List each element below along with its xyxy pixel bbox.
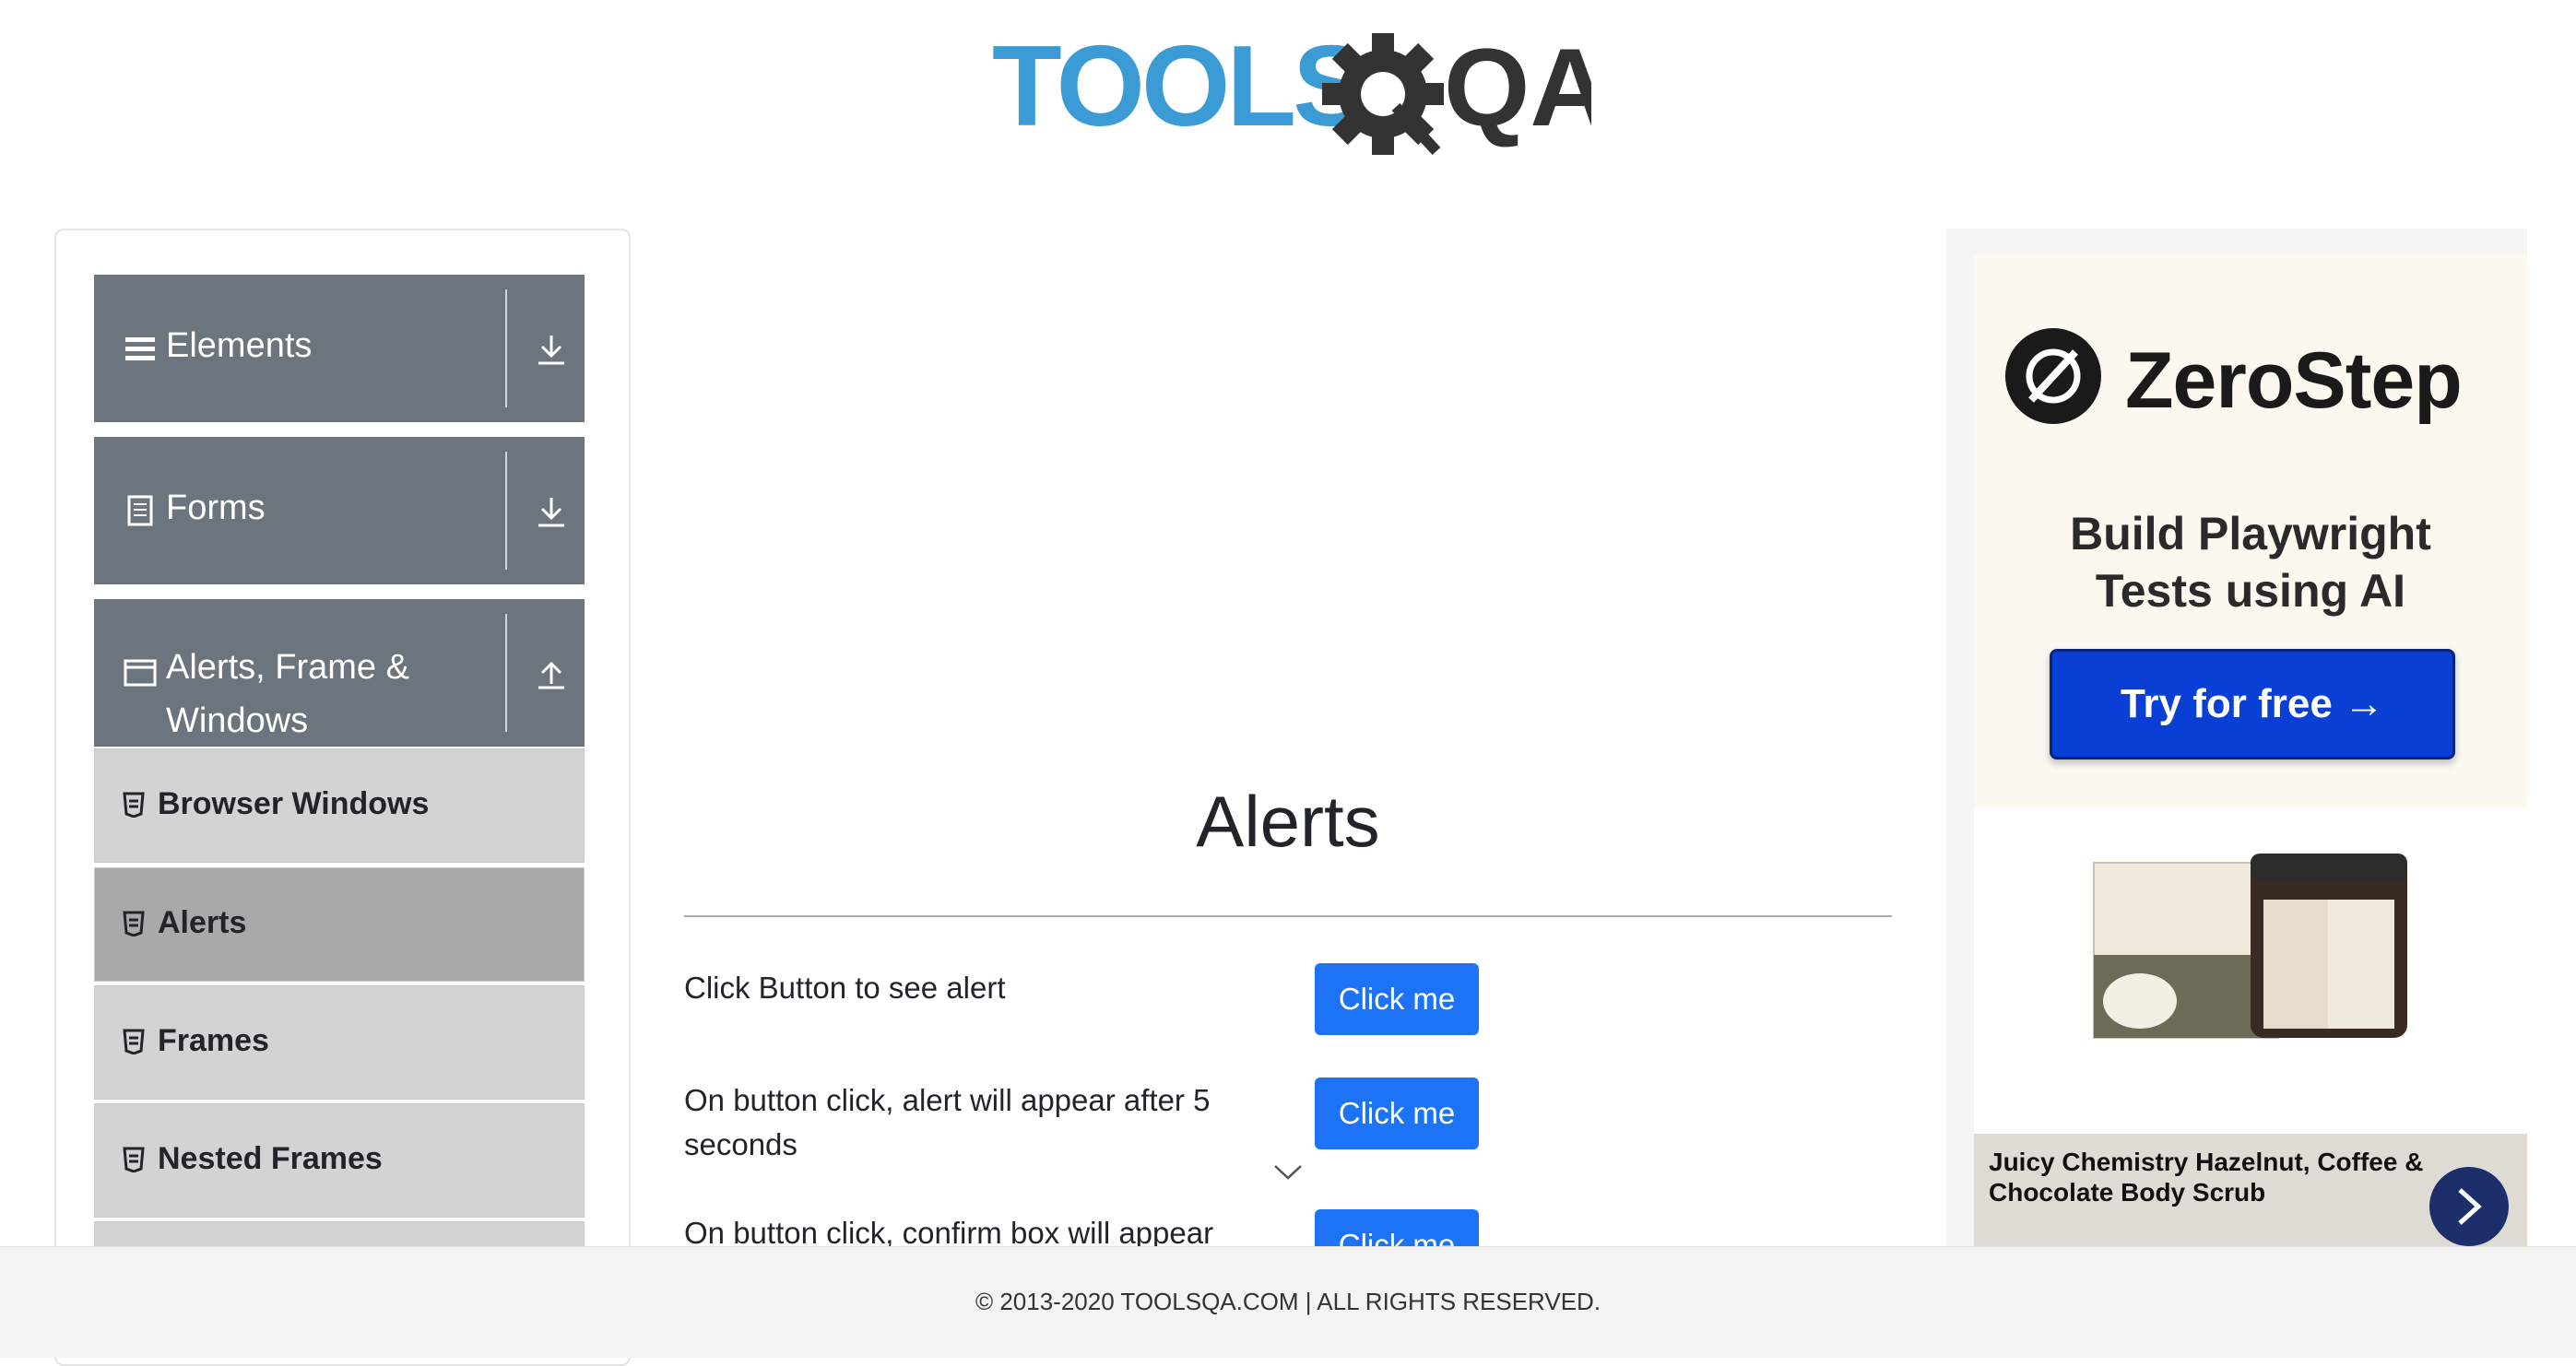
menu-icon — [125, 337, 155, 360]
sidebar-group-forms[interactable]: Forms — [94, 437, 585, 584]
ad-tagline-line: Tests using AI — [2095, 565, 2406, 617]
ad-next-button[interactable] — [2429, 1167, 2509, 1246]
logo-text-tools: TOOLS — [992, 28, 1365, 150]
sidebar-group-elements[interactable]: Elements — [94, 275, 585, 422]
footer-copyright: © 2013-2020 TOOLSQA.COM | ALL RIGHTS RES… — [975, 1288, 1601, 1315]
list-icon — [123, 792, 145, 818]
divider — [684, 915, 1892, 917]
sidebar-group-label: Alerts, Frame & Windows — [166, 648, 409, 740]
sidebar-item-label: Alerts — [158, 905, 247, 940]
gear-icon — [1322, 33, 1444, 156]
sidebar-item-alerts[interactable]: Alerts — [94, 867, 585, 982]
window-icon — [124, 659, 157, 687]
divider — [505, 452, 507, 570]
toolsqa-logo-graphic: TOOLS QA — [992, 28, 1591, 156]
upload-arrow-icon[interactable] — [533, 654, 570, 691]
footer: © 2013-2020 TOOLSQA.COM | ALL RIGHTS RES… — [0, 1246, 2576, 1358]
page-title: Alerts — [1196, 781, 1380, 862]
advertisement[interactable]: ZeroStep Build Playwright Tests using AI… — [1946, 229, 2527, 1252]
list-icon — [123, 1147, 145, 1172]
chevron-down-icon[interactable] — [1272, 1163, 1304, 1182]
ad-tagline: Build Playwright Tests using AI — [1974, 505, 2527, 619]
sidebar-item-label: Frames — [158, 1023, 269, 1058]
zerostep-logo-icon — [2005, 328, 2101, 424]
alert-row-label: Click Button to see alert — [684, 971, 1006, 1005]
sidebar-item-nested-frames[interactable]: Nested Frames — [94, 1103, 585, 1218]
toolsqa-logo[interactable]: TOOLS QA — [992, 28, 1591, 166]
document-icon — [127, 495, 153, 526]
ad-banner[interactable]: ZeroStep Build Playwright Tests using AI… — [1974, 254, 2527, 807]
ad-tagline-line: Build Playwright — [2070, 508, 2431, 559]
divider — [505, 614, 507, 732]
sidebar-item-browser-windows[interactable]: Browser Windows — [94, 748, 585, 863]
sidebar-group-label: Elements — [166, 326, 313, 365]
divider — [505, 289, 507, 407]
list-icon — [123, 1029, 145, 1054]
download-arrow-icon[interactable] — [533, 492, 570, 529]
ad-brand-name: ZeroStep — [2125, 336, 2463, 425]
timer-alert-button[interactable]: Click me — [1315, 1077, 1479, 1149]
alert-button[interactable]: Click me — [1315, 963, 1479, 1035]
product-image — [2093, 854, 2407, 1039]
ad-try-for-free-button[interactable]: Try for free → — [2050, 649, 2455, 760]
sidebar-item-label: Nested Frames — [158, 1141, 383, 1176]
chevron-right-icon — [2458, 1188, 2482, 1225]
sidebar-item-label: Browser Windows — [158, 786, 430, 821]
timer-alert-row-label: On button click, alert will appear after… — [684, 1083, 1211, 1161]
ad-product-area[interactable] — [1974, 807, 2527, 1134]
ad-product-caption: Juicy Chemistry Hazelnut, Coffee & Choco… — [1989, 1148, 2424, 1207]
download-arrow-icon[interactable] — [533, 330, 570, 367]
list-icon — [123, 911, 145, 936]
sidebar-group-label: Forms — [166, 489, 266, 527]
sidebar-item-frames[interactable]: Frames — [94, 985, 585, 1100]
logo-text-qa: QA — [1444, 28, 1591, 149]
sidebar-group-alerts-frame-windows[interactable]: Alerts, Frame & Windows — [94, 599, 585, 747]
